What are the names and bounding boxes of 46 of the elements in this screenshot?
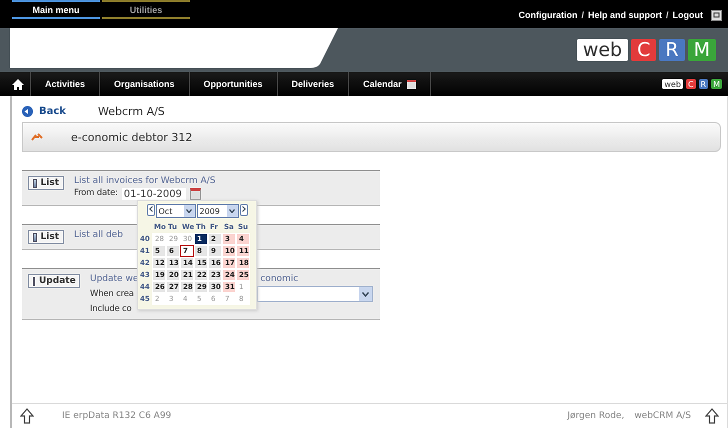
link-icon	[31, 133, 43, 141]
nav-item[interactable]: Activities	[30, 72, 100, 96]
separator: /	[666, 10, 668, 20]
description: List all deb	[74, 230, 123, 240]
header-link[interactable]: Logout	[672, 10, 703, 20]
nav-item[interactable]: Calendar	[348, 72, 430, 96]
action-button[interactable]: List	[28, 230, 64, 244]
nav-item[interactable]: Deliveries	[276, 72, 348, 96]
window-icon[interactable]	[711, 10, 722, 20]
menu-tab[interactable]: Utilities	[102, 0, 190, 19]
date-field[interactable]: 01-10-2009	[122, 188, 186, 200]
field-label: When crea	[90, 289, 134, 299]
previous-month-button[interactable]	[146, 204, 154, 216]
chevron-left-icon	[148, 206, 152, 212]
caret-icon	[362, 292, 369, 296]
back-link[interactable]: Back	[22, 106, 92, 116]
back-icon	[22, 106, 33, 116]
header-link[interactable]: Help and support	[588, 10, 662, 20]
page-title: e-conomic debtor 312	[71, 130, 192, 144]
action-button[interactable]: List	[28, 176, 64, 190]
dropdown-field[interactable]	[257, 286, 373, 302]
calendar-icon[interactable]	[190, 188, 201, 200]
description: conomic	[260, 274, 298, 284]
menu-tab[interactable]: Main menu	[12, 0, 100, 19]
company-name: Webcrm A/S	[98, 104, 165, 118]
description: List all invoices for Webcrm A/S	[74, 176, 216, 186]
separator: /	[581, 10, 584, 20]
action-button[interactable]: Update	[28, 274, 80, 288]
caret-icon	[186, 209, 192, 213]
up-arrow-icon[interactable]	[20, 408, 34, 424]
logo: web C R M	[662, 79, 722, 89]
user-name: Jørgen Rode,	[567, 411, 624, 421]
company-name: webCRM A/S	[634, 411, 691, 421]
up-arrow-icon[interactable]	[705, 408, 719, 424]
nav-item[interactable]: Organisations	[99, 72, 189, 96]
header-link[interactable]: Configuration	[518, 10, 578, 20]
year-dropdown[interactable]: 2009	[196, 204, 238, 218]
nav-item[interactable]: Opportunities	[188, 72, 277, 96]
field-label: Include co	[90, 304, 132, 314]
chevron-right-icon	[242, 206, 246, 212]
logo: web C R M	[576, 39, 716, 61]
next-month-button[interactable]	[240, 204, 248, 216]
month-dropdown[interactable]: Oct	[156, 204, 196, 218]
status-text: IE erpData R132 C6 A99	[62, 411, 172, 421]
field-label: From date:	[74, 188, 118, 198]
caret-icon	[229, 209, 235, 213]
